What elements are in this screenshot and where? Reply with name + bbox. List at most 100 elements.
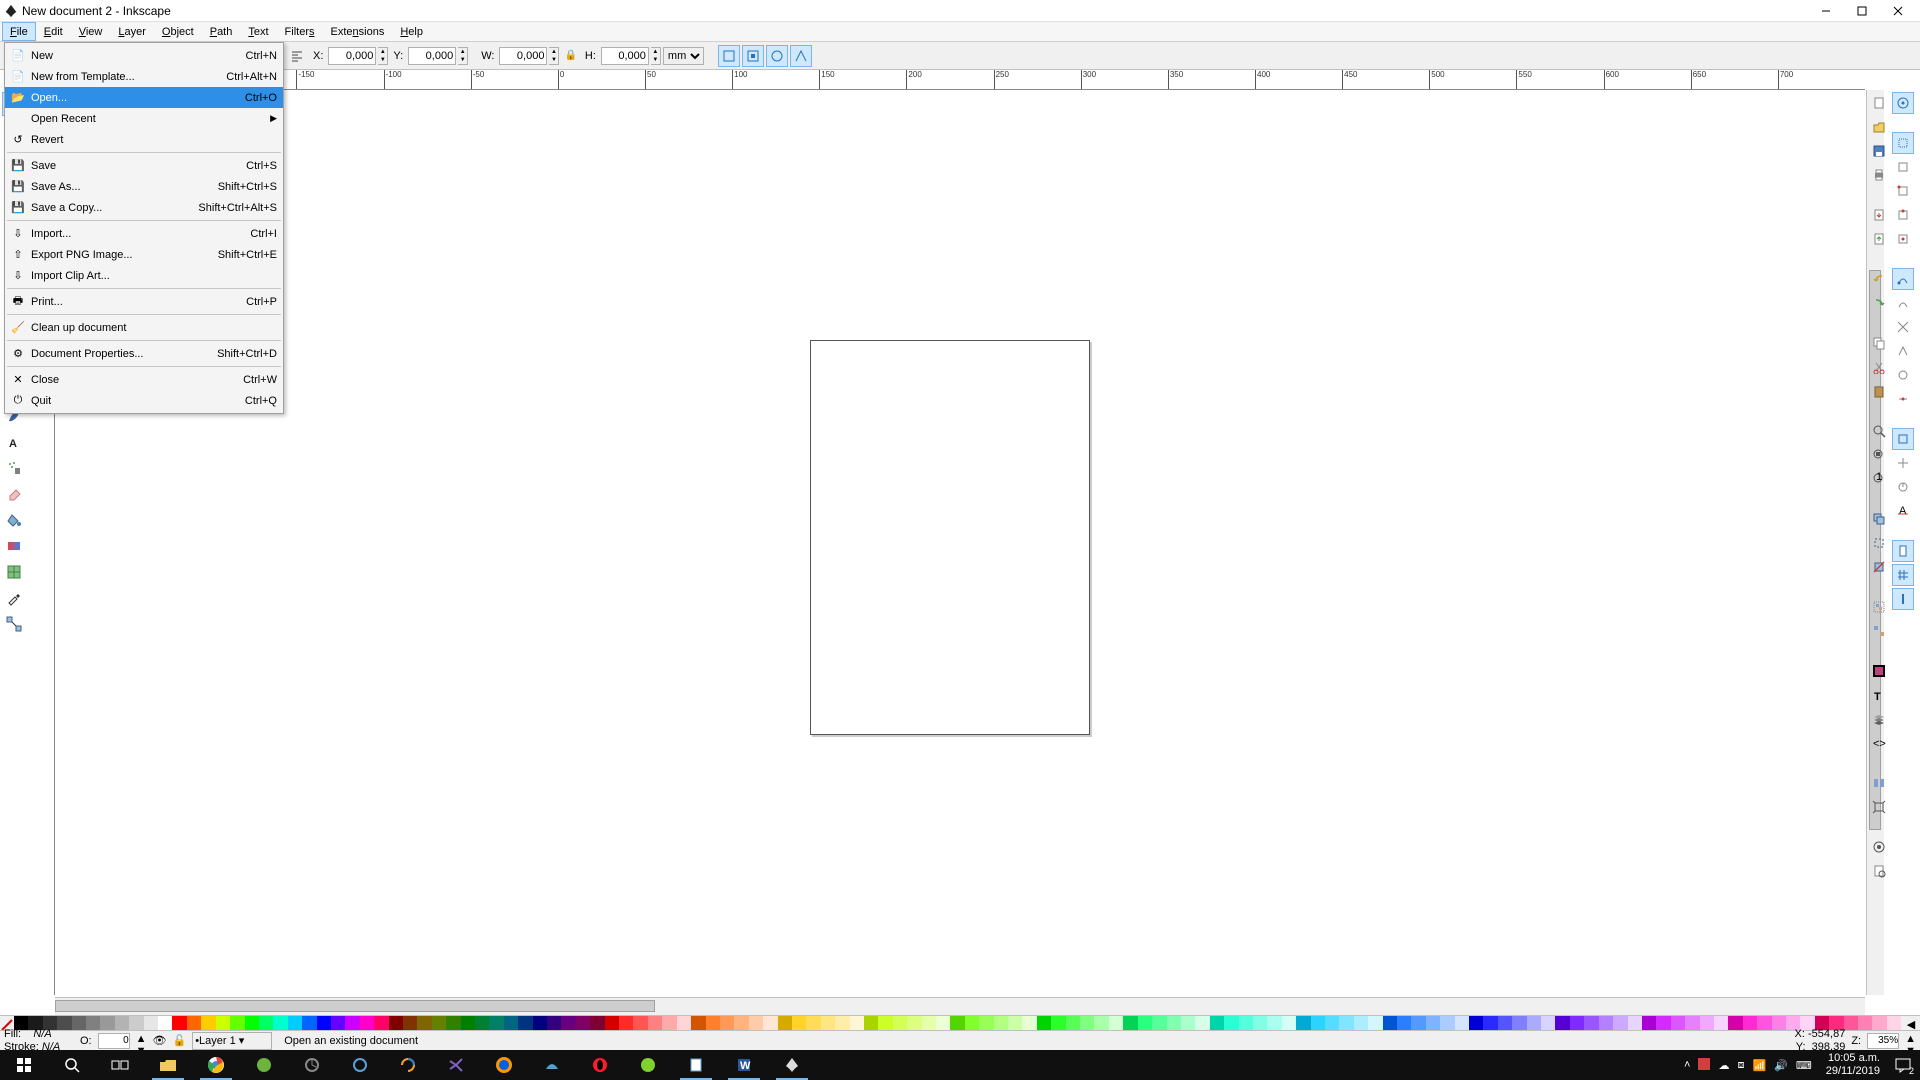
tray-lang-icon[interactable]: ⌨ [1796, 1059, 1812, 1072]
firefox-taskbar-icon[interactable] [480, 1050, 528, 1080]
chrome-taskbar-icon[interactable] [192, 1050, 240, 1080]
maximize-button[interactable] [1844, 0, 1880, 22]
taskbar-clock[interactable]: 10:05 a.m. 29/11/2019 [1820, 1052, 1886, 1078]
word-taskbar-icon[interactable]: W [720, 1050, 768, 1080]
menu-object[interactable]: Object [154, 22, 202, 41]
prefs-icon[interactable] [1868, 836, 1890, 858]
affect-button-4[interactable] [790, 45, 812, 67]
notification-center-icon[interactable]: 2 [1886, 1050, 1920, 1080]
docprops-icon[interactable] [1868, 860, 1890, 882]
snap-center-icon[interactable] [1892, 452, 1914, 474]
affect-button-1[interactable] [718, 45, 740, 67]
app-taskbar-icon-3[interactable] [336, 1050, 384, 1080]
tray-cloud-icon[interactable]: ☁ [1718, 1059, 1729, 1072]
menu-text[interactable]: Text [240, 22, 276, 41]
menu-edit[interactable]: Edit [36, 22, 71, 41]
vs-taskbar-icon[interactable] [432, 1050, 480, 1080]
fill-stroke-icon[interactable] [1868, 660, 1890, 682]
duplicate-icon[interactable] [1868, 508, 1890, 530]
w-spinner[interactable]: ▲▼ [549, 47, 559, 65]
start-button[interactable] [0, 1050, 48, 1080]
connector-tool[interactable] [2, 612, 26, 636]
align-left-icon[interactable] [286, 45, 308, 67]
opacity-spinner[interactable]: ▲▼ [136, 1033, 147, 1049]
close-button[interactable] [1880, 0, 1916, 22]
layer-visibility-icon[interactable]: 👁 [153, 1034, 167, 1047]
app-taskbar-icon-5[interactable] [528, 1050, 576, 1080]
notepad-taskbar-icon[interactable] [672, 1050, 720, 1080]
cut-icon[interactable] [1868, 356, 1890, 378]
file-menu-new-from-template[interactable]: 📄New from Template...Ctrl+Alt+N [5, 66, 283, 87]
paste-icon[interactable] [1868, 380, 1890, 402]
file-menu-save-a-copy[interactable]: 💾Save a Copy...Shift+Ctrl+Alt+S [5, 197, 283, 218]
file-menu-open-recent[interactable]: Open Recent▶ [5, 108, 283, 129]
snap-guide-icon[interactable] [1892, 588, 1914, 610]
gradient-tool[interactable] [2, 534, 26, 558]
snap-path-icon[interactable] [1892, 292, 1914, 314]
file-menu-save[interactable]: 💾SaveCtrl+S [5, 155, 283, 176]
import-icon[interactable] [1868, 204, 1890, 226]
menu-view[interactable]: View [71, 22, 111, 41]
file-menu-new[interactable]: 📄NewCtrl+N [5, 45, 283, 66]
menu-help[interactable]: Help [392, 22, 431, 41]
app-taskbar-icon-2[interactable] [288, 1050, 336, 1080]
snap-grid-icon[interactable] [1892, 564, 1914, 586]
menu-layer[interactable]: Layer [110, 22, 154, 41]
w-input[interactable] [499, 47, 547, 65]
bucket-tool[interactable] [2, 508, 26, 532]
app-taskbar-icon-1[interactable] [240, 1050, 288, 1080]
ungroup-icon[interactable] [1868, 620, 1890, 642]
layer-selector[interactable]: •Layer 1 ▾ [192, 1032, 272, 1050]
group-icon[interactable] [1868, 596, 1890, 618]
snap-smooth-icon[interactable] [1892, 364, 1914, 386]
new-doc-icon[interactable] [1868, 92, 1890, 114]
app-taskbar-icon-4[interactable] [384, 1050, 432, 1080]
tray-dropbox-icon[interactable]: ⧈ [1737, 1059, 1744, 1072]
y-input[interactable] [408, 47, 456, 65]
file-menu-document-properties[interactable]: ⚙Document Properties...Shift+Ctrl+D [5, 343, 283, 364]
layers-icon[interactable] [1868, 708, 1890, 730]
search-button[interactable] [48, 1050, 96, 1080]
menu-file[interactable]: File [2, 22, 36, 41]
zoom-input[interactable] [1867, 1033, 1899, 1049]
affect-button-2[interactable] [742, 45, 764, 67]
snap-page-icon[interactable] [1892, 540, 1914, 562]
inkscape-taskbar-icon[interactable] [768, 1050, 816, 1080]
snap-bbox-midpoint-icon[interactable] [1892, 204, 1914, 226]
file-menu-print[interactable]: 🖶Print...Ctrl+P [5, 291, 283, 312]
zoom-fit-icon[interactable] [1868, 420, 1890, 442]
taskview-button[interactable] [96, 1050, 144, 1080]
opera-taskbar-icon[interactable] [576, 1050, 624, 1080]
spray-tool[interactable] [2, 456, 26, 480]
zoom-spinner[interactable]: ▲▼ [1905, 1033, 1916, 1049]
snap-midpoint-icon[interactable] [1892, 388, 1914, 410]
file-menu-import[interactable]: ⇩Import...Ctrl+I [5, 223, 283, 244]
horizontal-scrollbar[interactable] [55, 997, 1865, 1015]
zoom-page-icon[interactable] [1868, 444, 1890, 466]
dropper-tool[interactable] [2, 586, 26, 610]
snap-bbox-icon[interactable] [1892, 132, 1914, 154]
copy-icon[interactable] [1868, 332, 1890, 354]
xml-icon[interactable]: <> [1868, 732, 1890, 754]
print-icon[interactable] [1868, 164, 1890, 186]
snap-intersection-icon[interactable] [1892, 316, 1914, 338]
snap-cusp-icon[interactable] [1892, 340, 1914, 362]
align-icon[interactable] [1868, 772, 1890, 794]
unit-select[interactable]: mm [663, 47, 704, 65]
tray-wifi-icon[interactable]: 📶 [1752, 1059, 1766, 1072]
h-input[interactable] [601, 47, 649, 65]
text-props-icon[interactable]: T [1868, 684, 1890, 706]
zoom-drawing-icon[interactable]: 1 [1868, 468, 1890, 490]
menu-extensions[interactable]: Extensions [323, 22, 393, 41]
tray-chevron-icon[interactable]: ˄ [1684, 1059, 1690, 1071]
y-spinner[interactable]: ▲▼ [458, 47, 468, 65]
mesh-tool[interactable] [2, 560, 26, 584]
menu-path[interactable]: Path [202, 22, 241, 41]
app-taskbar-icon-6[interactable] [624, 1050, 672, 1080]
eraser-tool[interactable] [2, 482, 26, 506]
snap-bbox-corner-icon[interactable] [1892, 180, 1914, 202]
fill-stroke-indicator[interactable]: Fill: N/A Stroke: N/A [4, 1028, 74, 1052]
lock-icon[interactable]: 🔒 [561, 50, 579, 61]
clone-icon[interactable] [1868, 532, 1890, 554]
file-menu-open[interactable]: 📂Open...Ctrl+O [5, 87, 283, 108]
